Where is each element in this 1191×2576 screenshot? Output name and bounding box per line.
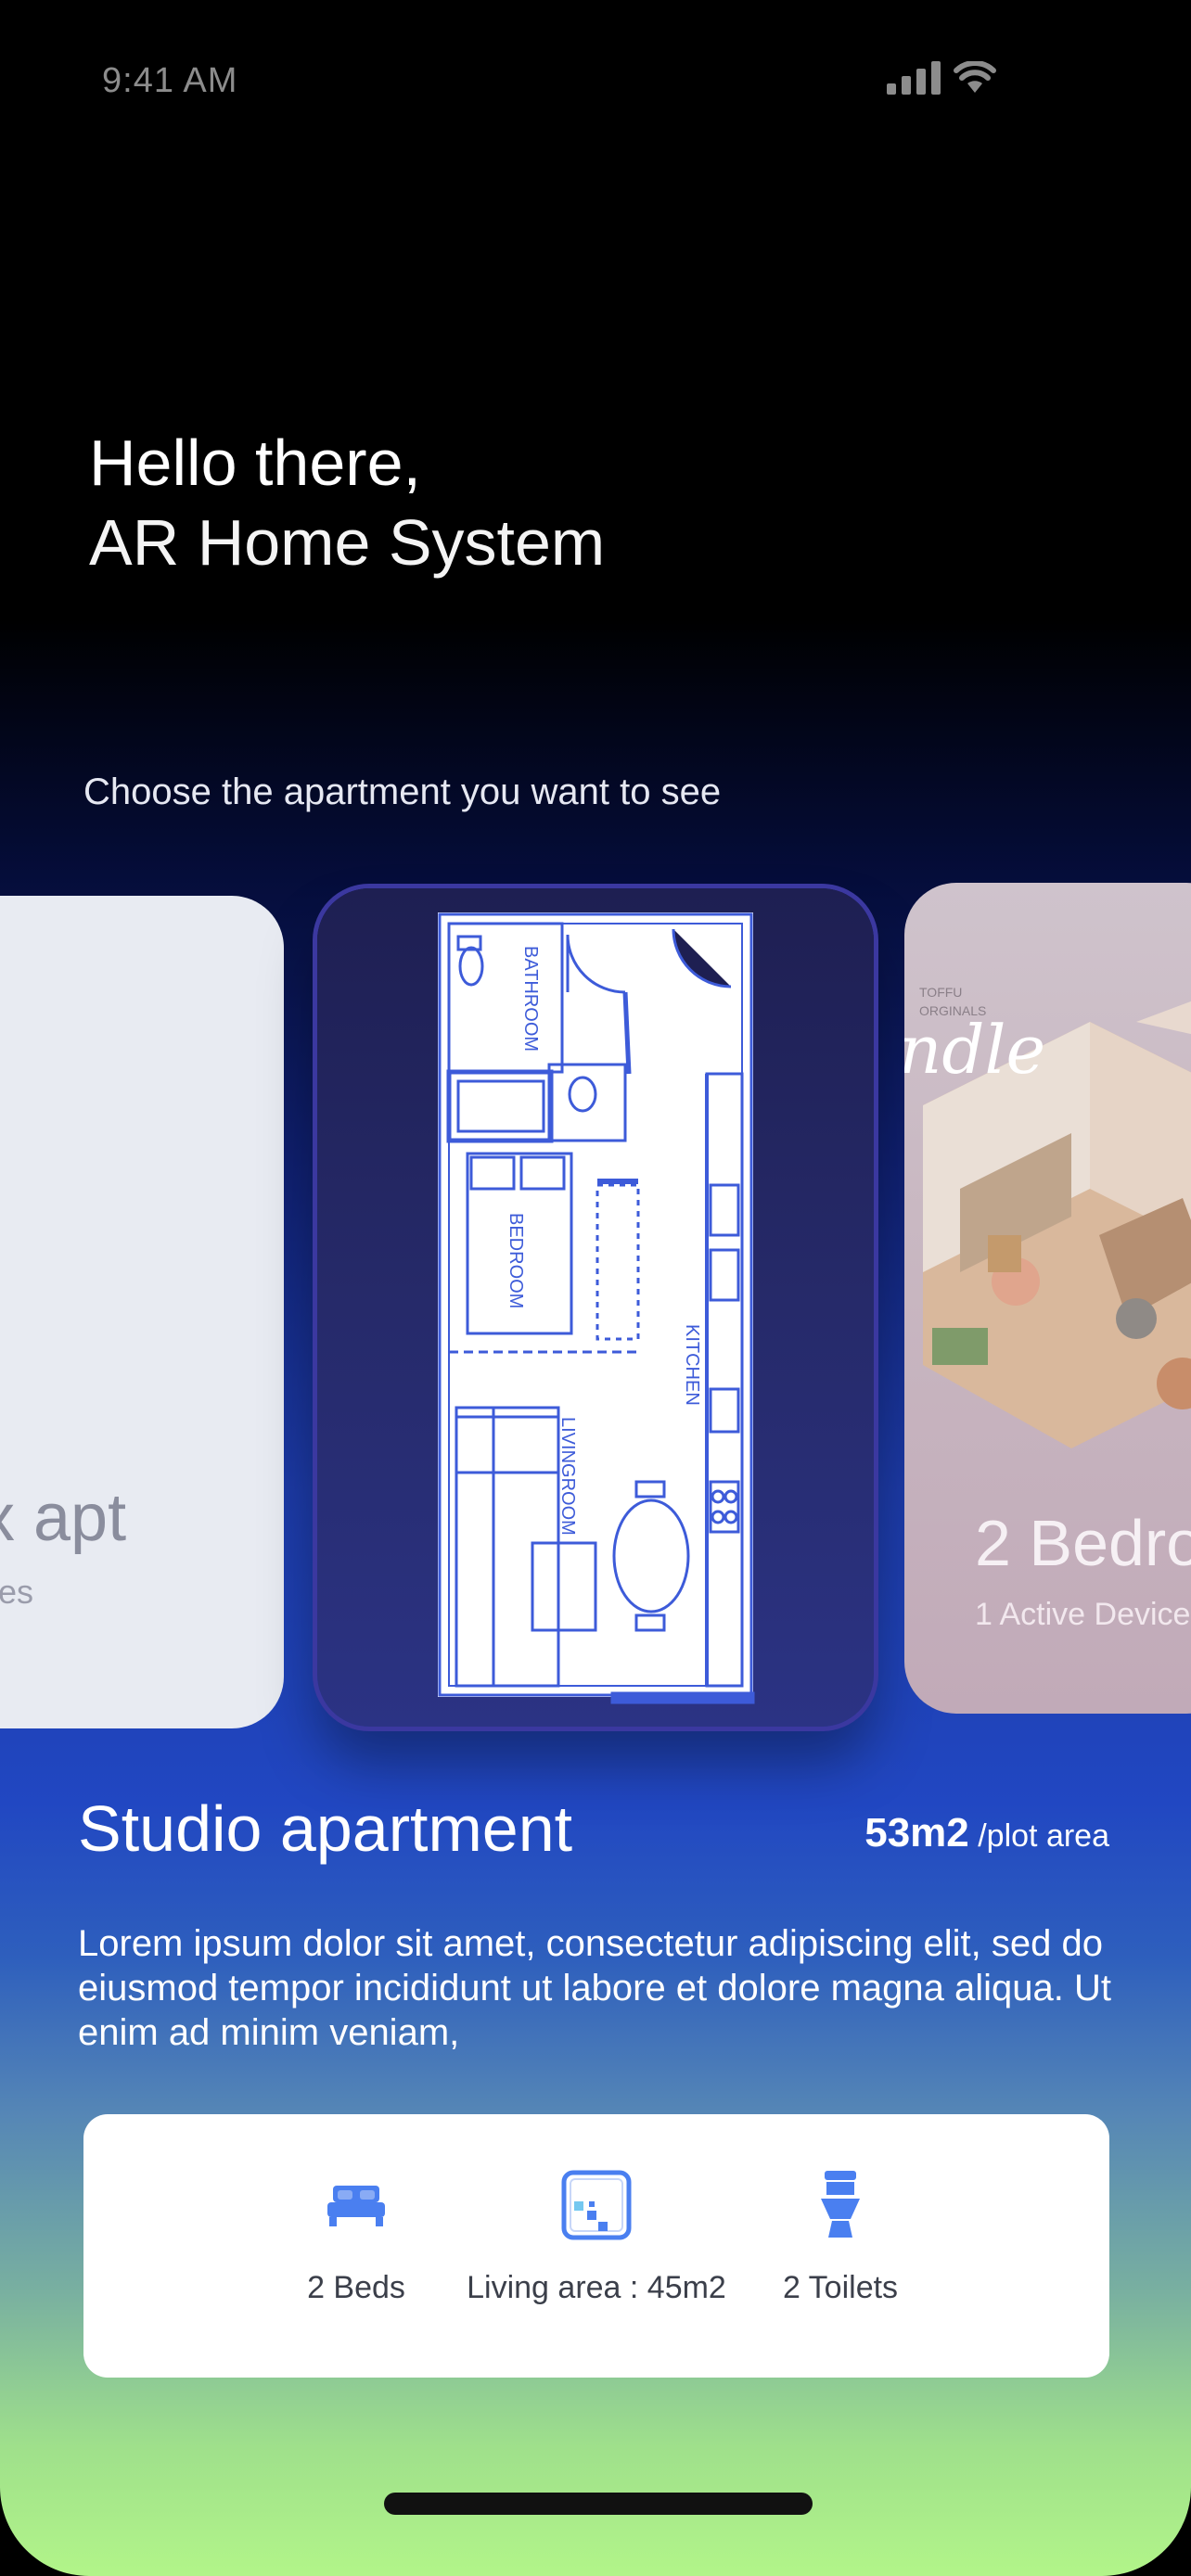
room-label: KITCHEN — [682, 1324, 702, 1406]
app-name: AR Home System — [89, 506, 606, 579]
room-label: BEDROOM — [506, 1213, 526, 1308]
card-title: 2 Bedro — [975, 1507, 1191, 1579]
feature-label: 2 Toilets — [782, 2270, 899, 2305]
wifi-icon — [954, 61, 996, 93]
greeting: Hello there, AR Home System — [89, 423, 605, 582]
apartment-card-studio[interactable]: BATHROOM BEDROOM KITCHEN LIVINGROOM — [317, 888, 874, 1727]
toilet-icon — [821, 2171, 860, 2238]
living-area-icon — [561, 2170, 632, 2240]
room-label: LIVINGROOM — [557, 1417, 578, 1536]
card-title: x apt — [0, 1481, 127, 1555]
greeting-line: Hello there, — [89, 427, 421, 499]
cellular-signal-icon — [887, 61, 941, 95]
features-panel: 2 Beds Living area : 45m2 2 Toilets — [83, 2114, 1109, 2378]
card-subtitle: ces — [0, 1573, 34, 1611]
apartment-card-left[interactable]: x apt ces — [0, 896, 284, 1728]
status-icons — [887, 61, 996, 95]
floor-plan-image: BATHROOM BEDROOM KITCHEN LIVINGROOM — [438, 912, 755, 1704]
room-label: BATHROOM — [520, 946, 541, 1052]
plot-area-value: 53m2 — [864, 1810, 969, 1855]
phone-screen: 9:41 AM Hello there, AR Home System Choo… — [0, 0, 1191, 2576]
brand-line: TOFFU — [919, 985, 963, 1000]
apartment-card-right[interactable]: TOFFU ORGINALS ndle 2 Bedro 1 Active Dev… — [904, 883, 1191, 1714]
card-subtitle: 1 Active Device — [975, 1597, 1191, 1632]
apartment-title: Studio apartment — [78, 1792, 573, 1865]
plot-area: 53m2 /plot area — [864, 1810, 1109, 1856]
apartment-description: Lorem ipsum dolor sit amet, consectetur … — [78, 1923, 1111, 2053]
home-indicator[interactable] — [384, 2493, 813, 2515]
status-time: 9:41 AM — [102, 61, 238, 100]
isometric-apartment-image — [923, 1001, 1191, 1448]
brand-script: ndle — [904, 1011, 1046, 1089]
bed-icon — [327, 2186, 385, 2226]
choose-prompt: Choose the apartment you want to see — [83, 772, 722, 812]
plot-area-unit: /plot area — [978, 1818, 1109, 1854]
feature-toilets: 2 Toilets — [683, 2168, 998, 2306]
